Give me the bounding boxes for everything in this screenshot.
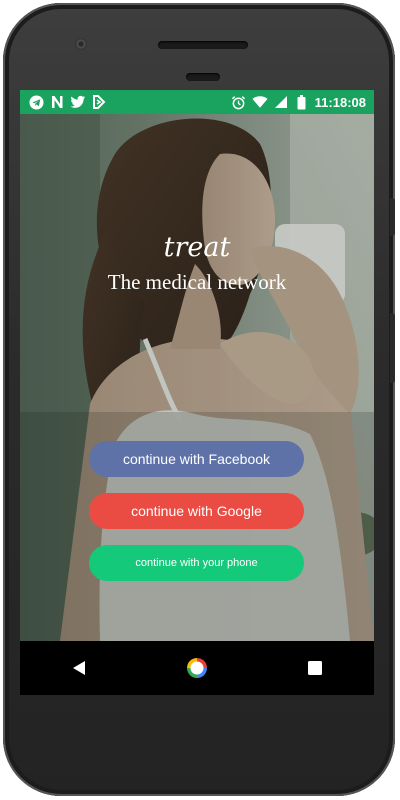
telegram-icon <box>28 94 44 110</box>
app-logo: treat <box>163 232 231 263</box>
front-camera-icon <box>75 38 87 50</box>
tagline: The medical network <box>107 270 287 294</box>
alarm-icon <box>231 94 247 110</box>
facebook-login-button[interactable]: continue with Facebook <box>89 441 304 477</box>
screen: 11:18:08 treat The medical network conti… <box>20 90 374 695</box>
feedly-icon <box>91 94 107 110</box>
volume-button <box>390 198 395 236</box>
home-icon <box>187 658 207 678</box>
power-button <box>390 313 395 383</box>
battery-icon <box>294 94 310 110</box>
n-notification-icon <box>49 94 65 110</box>
phone-login-button[interactable]: continue with your phone <box>89 545 304 581</box>
back-icon <box>73 661 85 675</box>
notification-icons <box>28 94 107 110</box>
proximity-sensor <box>186 73 220 81</box>
clock-time: 11:18:08 <box>314 94 366 110</box>
twitter-icon <box>70 94 86 110</box>
wifi-icon <box>252 94 268 110</box>
status-bar: 11:18:08 <box>20 90 374 114</box>
navigation-bar <box>20 641 374 695</box>
google-login-button[interactable]: continue with Google <box>89 493 304 529</box>
home-button[interactable] <box>177 648 217 688</box>
signal-icon <box>273 94 289 110</box>
recents-button[interactable] <box>295 648 335 688</box>
recents-icon <box>308 661 322 675</box>
welcome-screen: treat The medical network continue with … <box>20 114 374 641</box>
system-icons: 11:18:08 <box>231 94 366 110</box>
earpiece-speaker <box>158 41 248 49</box>
back-button[interactable] <box>59 648 99 688</box>
